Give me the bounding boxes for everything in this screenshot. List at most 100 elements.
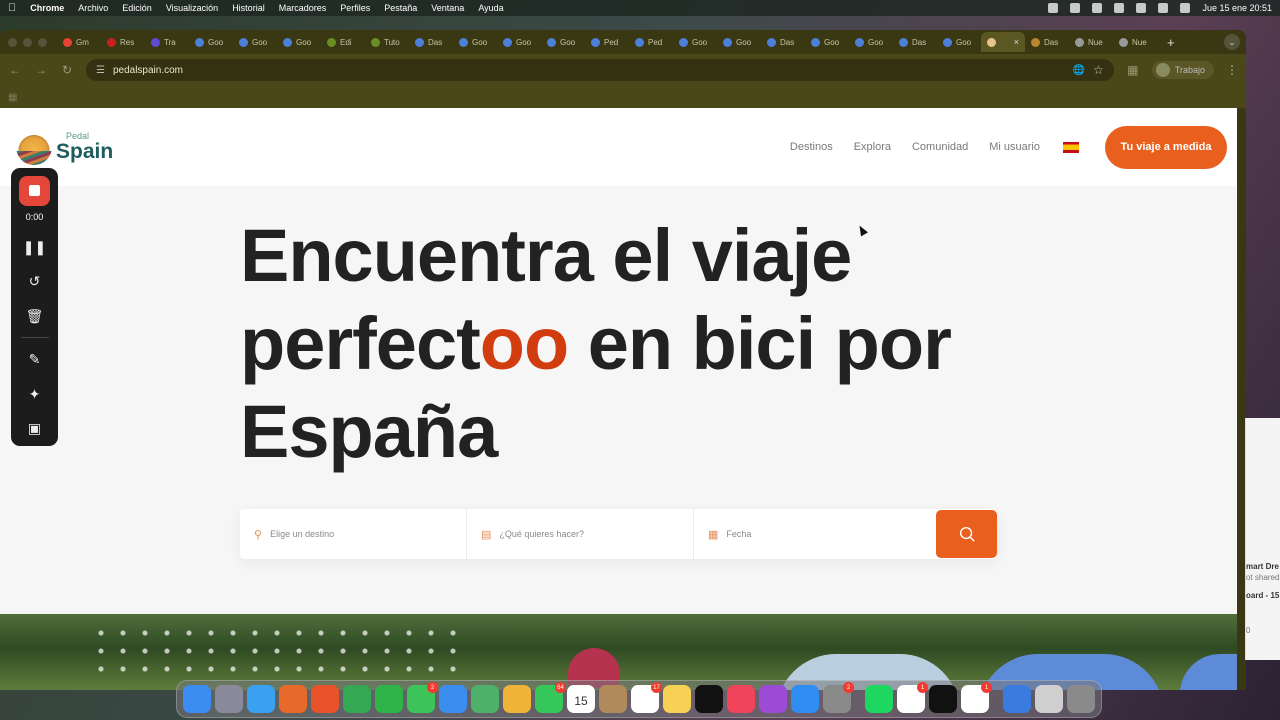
browser-tab[interactable]: Goo	[717, 32, 761, 52]
tab-search-button[interactable]: ⌄	[1224, 34, 1240, 50]
activity-field[interactable]: ▤ ¿Qué quieres hacer?	[467, 509, 694, 559]
wifi-icon[interactable]	[1136, 3, 1147, 13]
site-info-icon[interactable]: ☰	[96, 65, 105, 76]
dock-notes-icon[interactable]	[663, 685, 691, 713]
menubar-clock[interactable]: Jue 15 ene 20:51	[1202, 3, 1272, 13]
browser-tab[interactable]: Goo	[277, 32, 321, 52]
background-window[interactable]: mart Dre ot shared oard - 15 0	[1245, 418, 1280, 660]
dock-launchpad-icon[interactable]	[215, 685, 243, 713]
menu-marcadores[interactable]: Marcadores	[279, 3, 327, 13]
dock-finder-icon[interactable]	[183, 685, 211, 713]
dock-settings-icon[interactable]: 2	[823, 682, 854, 713]
restart-icon[interactable]: ↺	[29, 264, 41, 299]
dock-browser-icon[interactable]	[1003, 685, 1031, 713]
dock-maps-icon[interactable]	[471, 685, 499, 713]
date-field[interactable]: ▦ Fecha	[694, 509, 936, 559]
dock-safari-icon[interactable]	[247, 685, 275, 713]
dock-tv-icon[interactable]	[695, 685, 723, 713]
confetti-icon[interactable]: ✦	[29, 377, 41, 412]
menu-perfiles[interactable]: Perfiles	[340, 3, 370, 13]
apple-icon[interactable]: 	[8, 2, 16, 14]
dock-podcasts-icon[interactable]	[759, 685, 787, 713]
browser-tab[interactable]: Tra	[145, 32, 189, 52]
dock-pencil-icon[interactable]	[311, 685, 339, 713]
status-icon[interactable]	[1070, 3, 1081, 13]
profile-button[interactable]: Trabajo	[1151, 61, 1214, 79]
dock-numbers-icon[interactable]	[375, 685, 403, 713]
browser-tab[interactable]: ×	[981, 32, 1025, 52]
browser-tab[interactable]: Das	[761, 32, 805, 52]
new-tab-button[interactable]: +	[1167, 35, 1175, 50]
browser-tab[interactable]: Ped	[585, 32, 629, 52]
status-icon[interactable]	[1092, 3, 1103, 13]
pause-icon[interactable]: ❚❚	[23, 230, 46, 265]
control-center-icon[interactable]	[1180, 3, 1191, 13]
browser-tab[interactable]: Das	[409, 32, 453, 52]
browser-tab[interactable]: Nue	[1113, 32, 1157, 52]
dock-music-icon[interactable]	[727, 685, 755, 713]
browser-tab[interactable]: Edi	[321, 32, 365, 52]
browser-tab[interactable]: Goo	[189, 32, 233, 52]
nav-destinos[interactable]: Destinos	[790, 141, 833, 153]
menu-visualizacion[interactable]: Visualización	[166, 3, 218, 13]
menubar-app-name[interactable]: Chrome	[30, 3, 64, 13]
chrome-menu-icon[interactable]: ⋮	[1226, 63, 1238, 77]
dock-mail-icon[interactable]	[439, 685, 467, 713]
minimize-window-button[interactable]	[23, 37, 32, 47]
browser-tab[interactable]: Goo	[233, 32, 277, 52]
dock-appstore-icon[interactable]	[791, 685, 819, 713]
browser-tab[interactable]: Das	[893, 32, 937, 52]
menu-historial[interactable]: Historial	[232, 3, 265, 13]
dock-firefox-icon[interactable]	[279, 685, 307, 713]
dock-spotify-icon[interactable]	[865, 685, 893, 713]
pen-icon[interactable]: ✎	[29, 342, 41, 377]
browser-tab[interactable]: Nue	[1069, 32, 1113, 52]
camera-icon[interactable]: ▣	[28, 411, 41, 446]
browser-tab[interactable]: Goo	[937, 32, 981, 52]
search-button[interactable]	[936, 510, 997, 558]
language-flag-icon[interactable]	[1063, 141, 1079, 153]
trash-icon[interactable]: 🗑	[26, 299, 44, 334]
stop-recording-button[interactable]	[19, 176, 50, 206]
browser-tab[interactable]: Das	[1025, 32, 1069, 52]
dock-chrome-icon[interactable]	[343, 685, 371, 713]
close-window-button[interactable]	[8, 37, 17, 47]
browser-tab[interactable]: Goo	[453, 32, 497, 52]
destination-field[interactable]: ⚲ Elige un destino	[240, 509, 467, 559]
browser-tab[interactable]: Tuto	[365, 32, 409, 52]
browser-tab[interactable]: Goo	[673, 32, 717, 52]
bookmark-star-icon[interactable]: ☆	[1093, 63, 1104, 77]
status-icon[interactable]	[1048, 3, 1059, 13]
browser-tab[interactable]: Goo	[497, 32, 541, 52]
address-bar[interactable]: ☰ pedalspain.com 🌐 ☆	[86, 59, 1114, 81]
dock-photos-icon[interactable]	[503, 685, 531, 713]
dock-capcut-icon[interactable]	[929, 685, 957, 713]
dock-calendar-icon[interactable]: 15	[567, 685, 595, 713]
nav-comunidad[interactable]: Comunidad	[912, 141, 968, 153]
dock-keyboard-icon[interactable]	[1035, 685, 1063, 713]
browser-tab[interactable]: Goo	[541, 32, 585, 52]
menu-edicion[interactable]: Edición	[122, 3, 152, 13]
browser-tab[interactable]: Goo	[805, 32, 849, 52]
forward-icon[interactable]: →	[34, 63, 48, 77]
search-icon[interactable]	[1158, 3, 1169, 13]
site-logo[interactable]: Pedal Spain	[16, 129, 113, 165]
back-icon[interactable]: ←	[8, 63, 22, 77]
browser-tab[interactable]: Goo	[849, 32, 893, 52]
dock-reminders-icon[interactable]: 17	[631, 682, 662, 713]
nav-mi-usuario[interactable]: Mi usuario	[989, 141, 1040, 153]
dock-slack-icon[interactable]: 1	[961, 682, 992, 713]
status-icon[interactable]	[1114, 3, 1125, 13]
dock-messages-icon[interactable]: 2	[407, 682, 438, 713]
extensions-icon[interactable]: ▦	[1126, 63, 1140, 77]
zoom-window-button[interactable]	[38, 37, 47, 47]
url-text[interactable]: pedalspain.com	[113, 65, 183, 76]
browser-tab[interactable]: Ped	[629, 32, 673, 52]
close-tab-icon[interactable]: ×	[1014, 37, 1019, 47]
reload-icon[interactable]: ↻	[60, 63, 74, 77]
menu-archivo[interactable]: Archivo	[78, 3, 108, 13]
menu-pestana[interactable]: Pestaña	[384, 3, 417, 13]
nav-explora[interactable]: Explora	[854, 141, 891, 153]
browser-tab[interactable]: Res	[101, 32, 145, 52]
custom-trip-button[interactable]: Tu viaje a medida	[1105, 125, 1227, 169]
